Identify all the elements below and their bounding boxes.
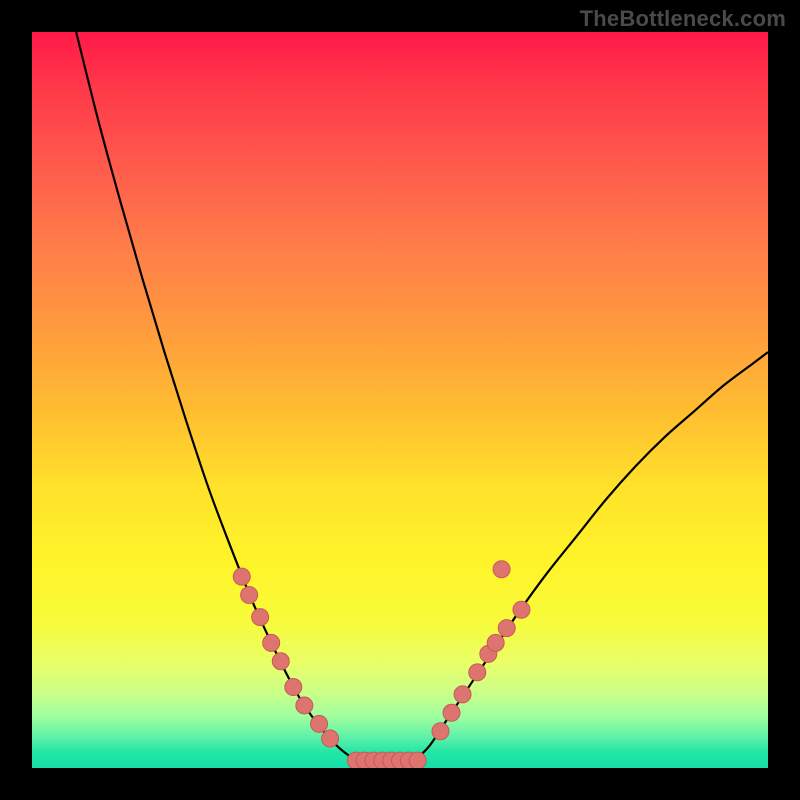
dot-left-1 bbox=[241, 587, 258, 604]
watermark-text: TheBottleneck.com bbox=[580, 6, 786, 32]
dot-left-4 bbox=[272, 653, 289, 670]
dot-right-2 bbox=[454, 686, 471, 703]
chart-svg bbox=[32, 32, 768, 768]
dot-left-0 bbox=[233, 568, 250, 585]
dot-left-2 bbox=[252, 609, 269, 626]
dot-flat-7 bbox=[409, 752, 426, 768]
dot-right-3 bbox=[469, 664, 486, 681]
dot-right-1 bbox=[443, 704, 460, 721]
dot-left-5 bbox=[285, 679, 302, 696]
dot-right-0 bbox=[432, 723, 449, 740]
dot-left-8 bbox=[322, 730, 339, 747]
dot-right-8 bbox=[493, 561, 510, 578]
dot-right-5 bbox=[487, 634, 504, 651]
curve-left-curve bbox=[76, 32, 356, 761]
dot-left-7 bbox=[311, 715, 328, 732]
dot-left-6 bbox=[296, 697, 313, 714]
chart-frame: TheBottleneck.com bbox=[0, 0, 800, 800]
dot-right-7 bbox=[513, 601, 530, 618]
dot-left-3 bbox=[263, 634, 280, 651]
dot-right-6 bbox=[498, 620, 515, 637]
plot-area bbox=[32, 32, 768, 768]
